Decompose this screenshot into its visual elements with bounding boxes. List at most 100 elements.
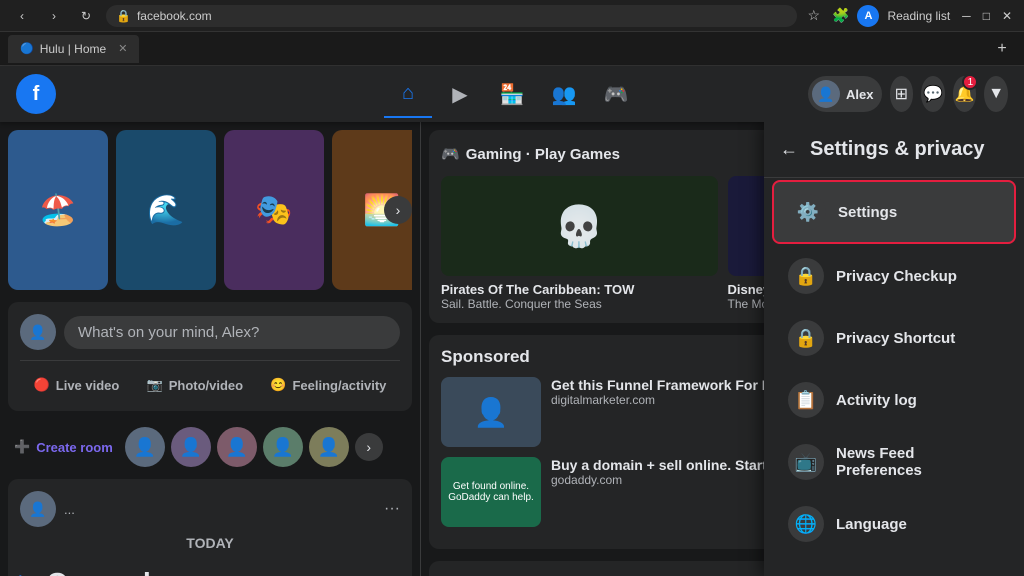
fb-main: 🏖️ 🌊 🎭 🌅 › 👤 What's on your mind, Alex?: [0, 122, 1024, 576]
contacts-next-btn[interactable]: ›: [355, 433, 383, 461]
story-bg-2: 🌊: [116, 130, 216, 290]
stories-next-btn[interactable]: ›: [384, 196, 412, 224]
post-avatar: 👤: [20, 314, 56, 350]
privacy-checkup-icon: 🔒: [788, 258, 824, 294]
nav-watch-btn[interactable]: ▶: [436, 70, 484, 118]
gaming-icon: 🎮: [441, 145, 460, 163]
settings-item-label-settings: Settings: [838, 204, 897, 221]
minimize-btn[interactable]: ─: [958, 5, 975, 27]
settings-item-privacy-checkup[interactable]: 🔒 Privacy Checkup: [772, 246, 1016, 306]
messenger-btn[interactable]: 💬: [921, 76, 945, 112]
feed-post: 👤 ... ··· TODAY ▶ Opened: [8, 479, 412, 576]
fb-logo[interactable]: f: [16, 74, 56, 114]
apps-grid-btn[interactable]: ⊞: [890, 76, 914, 112]
settings-item-label-language: Language: [836, 516, 907, 533]
privacy-shortcut-icon: 🔒: [788, 320, 824, 356]
poster-avatar: 👤: [20, 491, 56, 527]
stories-row: 🏖️ 🌊 🎭 🌅 ›: [8, 130, 412, 290]
feeling-btn[interactable]: 😊 Feeling/activity: [258, 371, 398, 399]
contact-5[interactable]: 👤: [309, 427, 349, 467]
nav-left: f: [16, 74, 216, 114]
maximize-btn[interactable]: □: [979, 5, 994, 27]
settings-item-language[interactable]: 🌐 Language: [772, 494, 1016, 554]
story-2[interactable]: 🌊: [116, 130, 216, 290]
settings-item-news-feed[interactable]: 📺 News Feed Preferences: [772, 432, 1016, 492]
browser-controls: ‹ › ↻: [8, 5, 100, 27]
left-col: 🏖️ 🌊 🎭 🌅 › 👤 What's on your mind, Alex?: [0, 122, 420, 576]
contact-2[interactable]: 👤: [171, 427, 211, 467]
nav-home-btn[interactable]: ⌂: [384, 70, 432, 118]
settings-item-label-activity-log: Activity log: [836, 392, 917, 409]
active-tab[interactable]: 🔵 Hulu | Home ✕: [8, 35, 139, 63]
nav-gaming-btn[interactable]: 🎮: [592, 70, 640, 118]
gaming-title-text: Gaming · Play Games: [466, 146, 620, 163]
settings-header: ← Settings & privacy: [764, 122, 1024, 178]
contact-4[interactable]: 👤: [263, 427, 303, 467]
extension-icon[interactable]: 🧩: [828, 3, 853, 28]
ad-thumb-1: 👤: [441, 377, 541, 447]
nav-marketplace-btn[interactable]: 🏪: [488, 70, 536, 118]
settings-panel: ← Settings & privacy ⚙️ Settings 🔒 Priva…: [764, 122, 1024, 576]
settings-gear-icon: ⚙️: [790, 194, 826, 230]
photo-video-label: Photo/video: [169, 378, 243, 393]
address-bar[interactable]: 🔒 facebook.com: [106, 5, 797, 27]
create-room-btn[interactable]: ➕ Create room: [8, 435, 119, 459]
game-thumb-1: 💀: [441, 176, 718, 276]
profile-icon[interactable]: A: [857, 5, 879, 27]
fb-container: f ⌂ ▶ 🏪 👥 🎮 👤 Alex ⊞ 💬 🔔 1 ▼: [0, 66, 1024, 576]
user-menu-btn[interactable]: 👤 Alex: [808, 76, 881, 112]
refresh-btn[interactable]: ↻: [72, 5, 100, 27]
story-3[interactable]: 🎭: [224, 130, 324, 290]
fb-nav: f ⌂ ▶ 🏪 👥 🎮 👤 Alex ⊞ 💬 🔔 1 ▼: [0, 66, 1024, 122]
settings-panel-title: Settings & privacy: [810, 138, 985, 161]
contact-3[interactable]: 👤: [217, 427, 257, 467]
story-bg-1: 🏖️: [8, 130, 108, 290]
language-icon: 🌐: [788, 506, 824, 542]
ad-thumb-2: Get found online. GoDaddy can help.: [441, 457, 541, 527]
tab-title: Hulu | Home: [40, 42, 106, 56]
news-feed-icon: 📺: [788, 444, 824, 480]
create-room-label: Create room: [36, 440, 113, 455]
activity-log-icon: 📋: [788, 382, 824, 418]
back-browser-btn[interactable]: ‹: [8, 5, 36, 27]
create-room-icon: ➕: [14, 439, 30, 455]
live-video-btn[interactable]: 🔴 Live video: [22, 371, 132, 399]
opened-text: Opened: [46, 567, 150, 576]
account-btn[interactable]: ▼: [984, 76, 1008, 112]
settings-item-activity-log[interactable]: 📋 Activity log: [772, 370, 1016, 430]
settings-item-label-privacy-checkup: Privacy Checkup: [836, 268, 957, 285]
opened-label: ▶ Opened: [20, 559, 400, 576]
post-input-row: 👤 What's on your mind, Alex?: [20, 314, 400, 350]
post-input[interactable]: What's on your mind, Alex?: [64, 316, 400, 349]
photo-video-btn[interactable]: 📷 Photo/video: [135, 371, 256, 399]
close-btn[interactable]: ✕: [998, 5, 1016, 27]
contact-1[interactable]: 👤: [125, 427, 165, 467]
forward-browser-btn[interactable]: ›: [40, 5, 68, 27]
nav-right: 👤 Alex ⊞ 💬 🔔 1 ▼: [808, 76, 1008, 112]
new-tab-btn[interactable]: +: [988, 38, 1016, 60]
play-icon: ▶: [20, 569, 38, 576]
post-subtitle: ...: [64, 502, 75, 517]
tab-favicon: 🔵: [20, 42, 34, 55]
notifications-btn[interactable]: 🔔 1: [953, 76, 977, 112]
nav-groups-btn[interactable]: 👥: [540, 70, 588, 118]
game-card-1[interactable]: 💀 Pirates Of The Caribbean: TOW Sail. Ba…: [441, 176, 718, 311]
post-box: 👤 What's on your mind, Alex? 🔴 Live vide…: [8, 302, 412, 411]
reading-list-btn[interactable]: Reading list: [883, 5, 954, 27]
settings-back-btn[interactable]: ←: [780, 139, 798, 160]
post-header: 👤 ... ···: [20, 491, 400, 527]
widget-title: 🎮 Gaming · Play Games: [441, 145, 620, 163]
settings-item-privacy-shortcut[interactable]: 🔒 Privacy Shortcut: [772, 308, 1016, 368]
live-video-label: Live video: [56, 378, 120, 393]
post-options-btn[interactable]: ···: [384, 500, 400, 518]
user-name: Alex: [846, 87, 873, 102]
user-avatar: 👤: [812, 80, 840, 108]
story-1[interactable]: 🏖️: [8, 130, 108, 290]
browser-actions: ☆ 🧩 A Reading list ─ □ ✕: [803, 3, 1016, 28]
tab-bar: 🔵 Hulu | Home ✕ +: [0, 32, 1024, 66]
tab-close-icon[interactable]: ✕: [118, 42, 127, 55]
notification-badge: 1: [962, 74, 978, 90]
star-icon[interactable]: ☆: [803, 3, 824, 28]
settings-item-settings[interactable]: ⚙️ Settings: [772, 180, 1016, 244]
tab-controls: +: [988, 38, 1016, 60]
